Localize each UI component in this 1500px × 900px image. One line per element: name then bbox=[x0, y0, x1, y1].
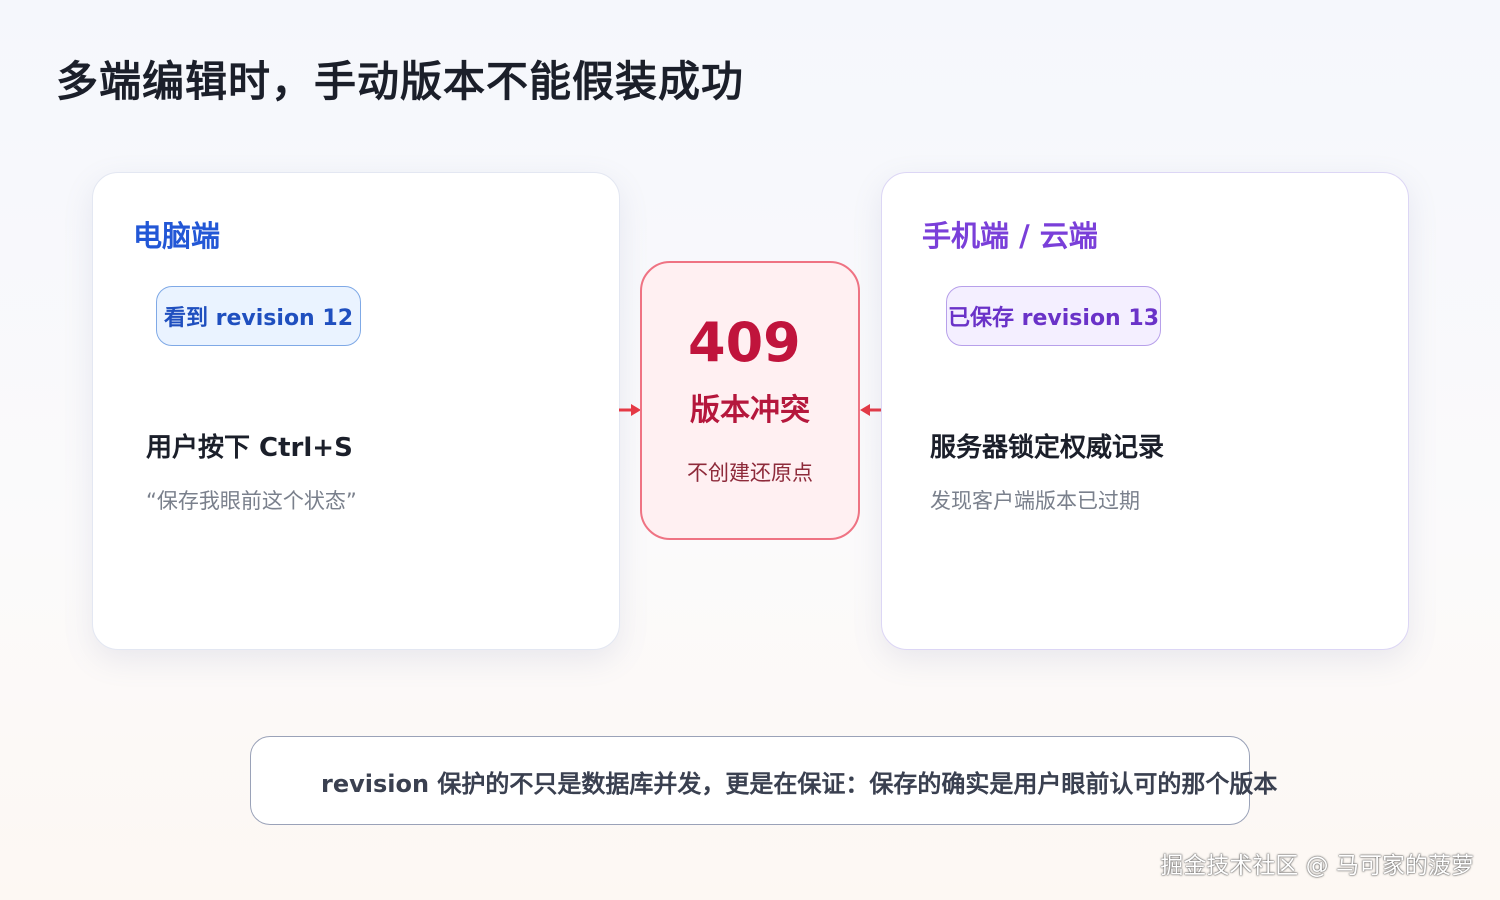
summary-note: revision 保护的不只是数据库并发，更是在保证：保存的确实是用户眼前认可的… bbox=[250, 736, 1277, 825]
server-description: 发现客户端版本已过期 bbox=[930, 489, 1140, 513]
summary-note-text: revision 保护的不只是数据库并发，更是在保证：保存的确实是用户眼前认可的… bbox=[321, 770, 1278, 798]
desktop-card: 电脑端 看到 revision 12 用户按下 Ctrl+S “保存我眼前这个状… bbox=[92, 172, 620, 650]
conflict-label: 版本冲突 bbox=[690, 393, 810, 428]
arrow-right-into-conflict-icon bbox=[860, 404, 882, 416]
server-action: 服务器锁定权威记录 bbox=[930, 433, 1165, 463]
conflict-box: 409 版本冲突 不创建还原点 bbox=[640, 261, 860, 540]
conflict-subtext: 不创建还原点 bbox=[687, 461, 813, 485]
page-title: 多端编辑时，手动版本不能假装成功 bbox=[56, 57, 745, 106]
conflict-status-code: 409 bbox=[688, 311, 801, 374]
cloud-revision-badge: 已保存 revision 13 bbox=[946, 286, 1161, 346]
desktop-description: “保存我眼前这个状态” bbox=[146, 489, 357, 513]
mobile-cloud-card: 手机端 / 云端 已保存 revision 13 服务器锁定权威记录 发现客户端… bbox=[881, 172, 1409, 650]
desktop-revision-badge: 看到 revision 12 bbox=[156, 286, 361, 346]
watermark: 掘金技术社区 @ 马可家的菠萝 bbox=[1160, 853, 1474, 879]
desktop-card-heading: 电脑端 bbox=[133, 219, 221, 253]
mobile-cloud-card-heading: 手机端 / 云端 bbox=[922, 219, 1098, 253]
desktop-action: 用户按下 Ctrl+S bbox=[146, 433, 353, 463]
